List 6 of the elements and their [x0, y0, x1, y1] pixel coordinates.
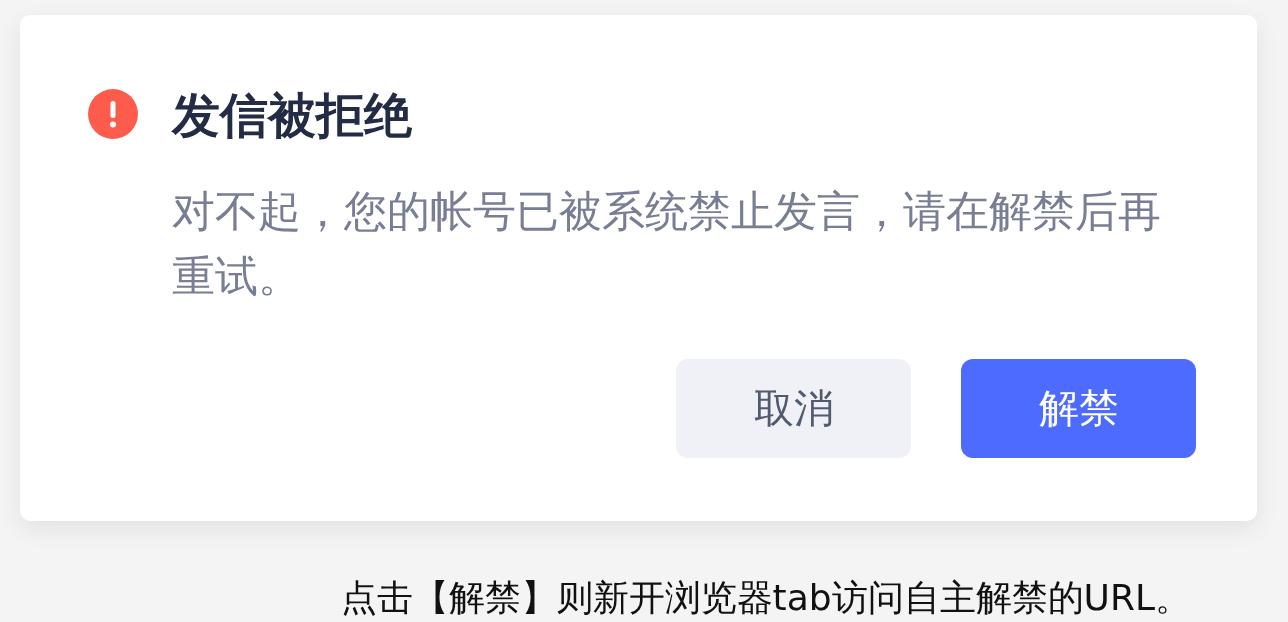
exclamation-circle-icon — [88, 88, 138, 139]
cancel-button[interactable]: 取消 — [676, 359, 911, 458]
confirm-button[interactable]: 解禁 — [961, 359, 1196, 458]
dialog-message: 对不起，您的帐号已被系统禁止发言，请在解禁后再重试。 — [172, 185, 1162, 303]
dialog-title: 发信被拒绝 — [172, 87, 412, 143]
caption-text: 点击【解禁】则新开浏览器tab访问自主解禁的URL。 — [340, 577, 1191, 619]
